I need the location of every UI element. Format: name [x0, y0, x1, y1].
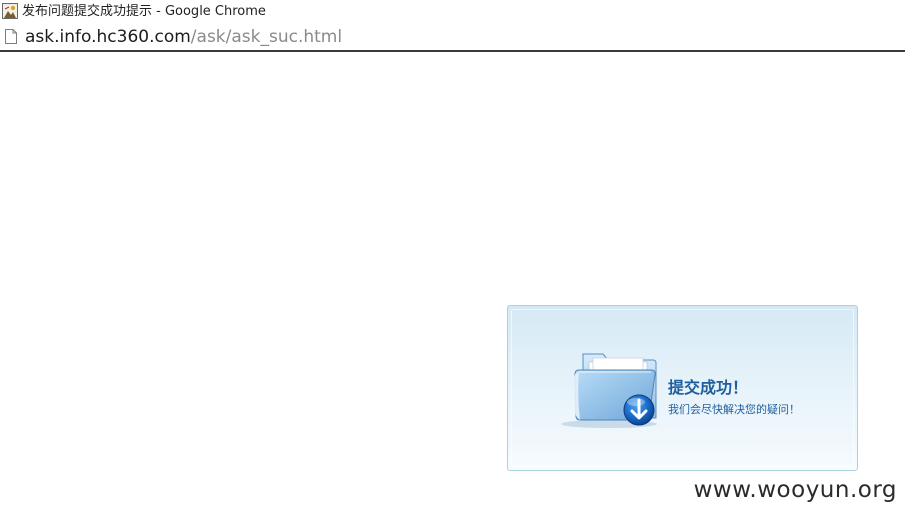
page-content: 提交成功！ 我们会尽快解决您的疑问！ www.wooyun.org	[0, 52, 905, 518]
watermark: www.wooyun.org	[693, 477, 897, 503]
folder-download-icon	[553, 344, 665, 428]
page-icon	[5, 29, 17, 44]
window-titlebar: 发布问题提交成功提示 - Google Chrome	[0, 0, 905, 23]
url-host: ask.info.hc360.com	[25, 27, 191, 47]
address-bar[interactable]: ask.info.hc360.com/ask/ask_suc.html	[0, 24, 905, 52]
site-favicon-icon	[2, 3, 18, 19]
window-title: 发布问题提交成功提示 - Google Chrome	[22, 4, 266, 19]
success-message: 我们会尽快解决您的疑问！	[668, 403, 800, 416]
url-path: /ask/ask_suc.html	[190, 27, 343, 47]
success-dialog: 提交成功！ 我们会尽快解决您的疑问！	[507, 305, 858, 471]
url-text[interactable]: ask.info.hc360.com/ask/ask_suc.html	[25, 27, 342, 48]
success-title: 提交成功！	[668, 378, 749, 397]
